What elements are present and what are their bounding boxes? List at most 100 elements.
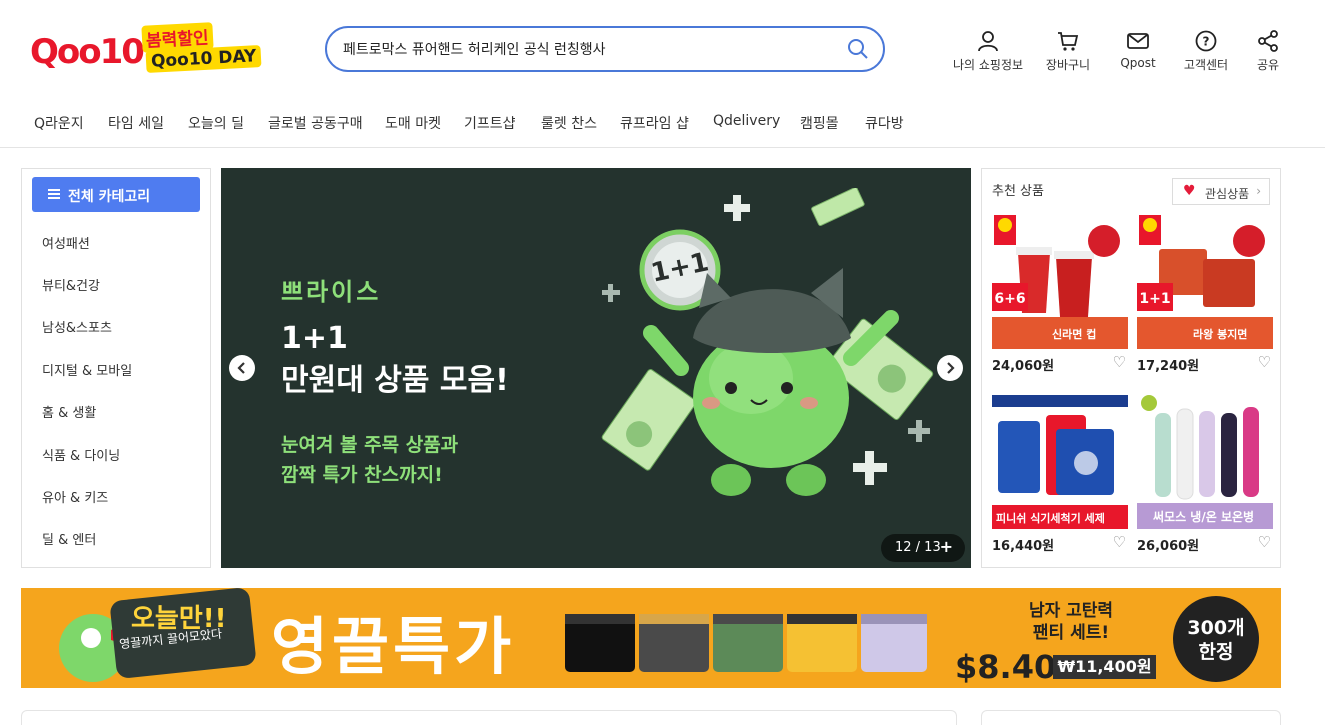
product-price: 24,060원 (992, 359, 1055, 374)
search-icon[interactable] (847, 38, 869, 60)
product-card[interactable]: 6+6 신라면 컵 24,060원 ♡ (992, 213, 1128, 378)
chevron-left-icon (237, 362, 245, 374)
promo-original-price: ₩11,400원 (1053, 655, 1156, 679)
nav-item-today-deal[interactable]: 오늘의 딜 (188, 113, 244, 133)
svg-text:?: ? (1203, 35, 1210, 49)
heart-icon: ♥ (1183, 183, 1196, 199)
menu-icon (48, 189, 60, 199)
promo-desc-1: 남자 고탄력 (1028, 601, 1114, 621)
promo-limit-1: 300개 (1187, 617, 1245, 639)
heart-outline-icon[interactable]: ♡ (1113, 353, 1126, 371)
banner-sub-2: 깜짝 특가 찬스까지! (281, 464, 443, 486)
chevron-right-icon (947, 362, 955, 374)
nav-item-qprime[interactable]: 큐프라임 샵 (620, 113, 689, 133)
header: Qoo10 봄력할인 Qoo10 DAY 나의 쇼핑정보 장바구니 (0, 0, 1325, 100)
banner-sub-1: 눈여겨 볼 주목 상품과 (281, 434, 459, 456)
qpost-label: Qpost (1120, 56, 1156, 70)
promo-limit-2: 한정 (1198, 641, 1234, 663)
wishlist-label: 관심상품 (1205, 187, 1250, 201)
logo-text: Qoo10 (30, 32, 145, 72)
banner-brand: 쁘라이스 (281, 278, 382, 306)
nav-item-time-sale[interactable]: 타임 세일 (108, 113, 164, 133)
chevron-right-icon: › (1256, 184, 1261, 198)
cart-button[interactable]: 장바구니 (1043, 30, 1093, 73)
bottom-card-left (21, 710, 957, 725)
heart-outline-icon[interactable]: ♡ (1258, 533, 1271, 551)
user-icon (978, 31, 998, 52)
heart-outline-icon[interactable]: ♡ (1258, 353, 1271, 371)
main-nav: Q라운지 타임 세일 오늘의 딜 글로벌 공동구매 도매 마켓 기프트샵 룰렛 … (0, 100, 1325, 148)
heart-outline-icon[interactable]: ♡ (1113, 533, 1126, 551)
qoo10-logo[interactable]: Qoo10 봄력할인 Qoo10 DAY (30, 22, 265, 74)
banner-headline: 1+1 만원대 상품 모음! (281, 318, 509, 402)
category-item[interactable]: 홈 & 생활 (42, 402, 96, 421)
my-shopping-button[interactable]: 나의 쇼핑정보 (948, 30, 1028, 73)
category-item[interactable]: 딜 & 엔터 (42, 529, 96, 548)
recommended-title: 추천 상품 (992, 184, 1044, 199)
promo-price: $8.40 (955, 648, 1057, 686)
cart-label: 장바구니 (1045, 58, 1091, 72)
category-item[interactable]: 뷰티&건강 (42, 275, 100, 294)
bottom-card-right (981, 710, 1281, 725)
category-item[interactable]: 유아 & 키즈 (42, 487, 108, 506)
nav-item-roulette[interactable]: 룰렛 찬스 (541, 113, 597, 133)
main-banner[interactable]: 쁘라이스 1+1 만원대 상품 모음! 눈여겨 볼 주목 상품과 깜짝 특가 찬… (221, 168, 971, 568)
product-label: 피니쉬 식기세척기 세제 (996, 512, 1105, 525)
mail-icon (1127, 33, 1149, 49)
nav-item-qdabang[interactable]: 큐다방 (865, 113, 904, 133)
product-image (992, 393, 1128, 529)
promo-description: 남자 고탄력 팬티 세트! (1016, 600, 1126, 644)
product-label: 라왕 봉지면 (1193, 328, 1248, 341)
banner-mascot-illustration (601, 188, 934, 496)
banner-subtext: 눈여겨 볼 주목 상품과 깜짝 특가 찬스까지! (281, 430, 458, 490)
recommended-panel: 추천 상품 ♥ 관심상품 › 6+6 신라면 컵 24,060원 ♡ 1+1 라… (981, 168, 1281, 568)
nav-item-qdelivery[interactable]: Qdelivery (713, 113, 780, 129)
help-center-button[interactable]: ? 고객센터 (1178, 30, 1234, 73)
underwear-products-image (565, 614, 927, 672)
product-card[interactable]: 피니쉬 식기세척기 세제 16,440원 ♡ (992, 393, 1128, 558)
product-price: 16,440원 (992, 539, 1055, 554)
product-label: 써모스 냉/온 보온병 (1153, 510, 1255, 524)
share-button[interactable]: 공유 (1248, 30, 1288, 73)
help-center-label: 고객센터 (1183, 58, 1229, 72)
banner-prev-button[interactable] (229, 355, 255, 381)
promo-banner[interactable]: 오늘만!! 영끌까지 끌어모았다 영끌특가 남자 고탄력 팬티 세트! $8.4… (21, 588, 1281, 688)
banner-counter-text: 12 / 13 (895, 540, 941, 555)
product-price: 17,240원 (1137, 359, 1200, 374)
all-categories-button[interactable]: 전체 카테고리 (32, 177, 200, 212)
help-icon: ? (1195, 30, 1217, 52)
cart-icon (1058, 32, 1079, 51)
promo-limit-badge: 300개 한정 (1173, 596, 1259, 682)
category-item[interactable]: 식품 & 다이닝 (42, 445, 120, 464)
banner-counter[interactable]: 12 / 13 + (881, 534, 965, 562)
product-card[interactable]: 써모스 냉/온 보온병 26,060원 ♡ (1137, 393, 1273, 558)
product-card[interactable]: 1+1 라왕 봉지면 17,240원 ♡ (1137, 213, 1273, 378)
nav-item-qlounge[interactable]: Q라운지 (34, 113, 84, 133)
nav-item-camping[interactable]: 캠핑몰 (800, 113, 839, 133)
banner-headline-2: 만원대 상품 모음! (281, 363, 509, 398)
category-item[interactable]: 여성패션 (42, 233, 90, 252)
banner-headline-1: 1+1 (281, 321, 348, 356)
nav-item-group-buy[interactable]: 글로벌 공동구매 (268, 113, 363, 133)
search-input[interactable] (343, 38, 823, 60)
category-item[interactable]: 남성&스포츠 (42, 317, 112, 336)
promo-title: 영끌특가 (271, 610, 516, 683)
svg-text:6+6: 6+6 (994, 291, 1025, 307)
plus-icon: + (939, 537, 953, 556)
qpost-button[interactable]: Qpost (1113, 30, 1163, 70)
promo-desc-2: 팬티 세트! (1032, 623, 1110, 643)
category-sidebar: 전체 카테고리 여성패션 뷰티&건강 남성&스포츠 디지털 & 모바일 홈 & … (21, 168, 211, 568)
category-item[interactable]: 디지털 & 모바일 (42, 360, 132, 379)
logo-badge-bottom: Qoo10 DAY (145, 44, 262, 74)
product-label: 신라면 컵 (1052, 328, 1097, 341)
share-label: 공유 (1256, 58, 1280, 72)
banner-next-button[interactable] (937, 355, 963, 381)
wishlist-button[interactable]: ♥ 관심상품 › (1172, 178, 1270, 205)
all-categories-label: 전체 카테고리 (68, 189, 151, 205)
nav-item-wholesale[interactable]: 도매 마켓 (385, 113, 441, 133)
share-icon (1258, 30, 1278, 52)
my-shopping-label: 나의 쇼핑정보 (952, 58, 1024, 72)
search-bar[interactable] (325, 26, 885, 72)
product-price: 26,060원 (1137, 539, 1200, 554)
nav-item-gift-shop[interactable]: 기프트샵 (464, 113, 516, 133)
